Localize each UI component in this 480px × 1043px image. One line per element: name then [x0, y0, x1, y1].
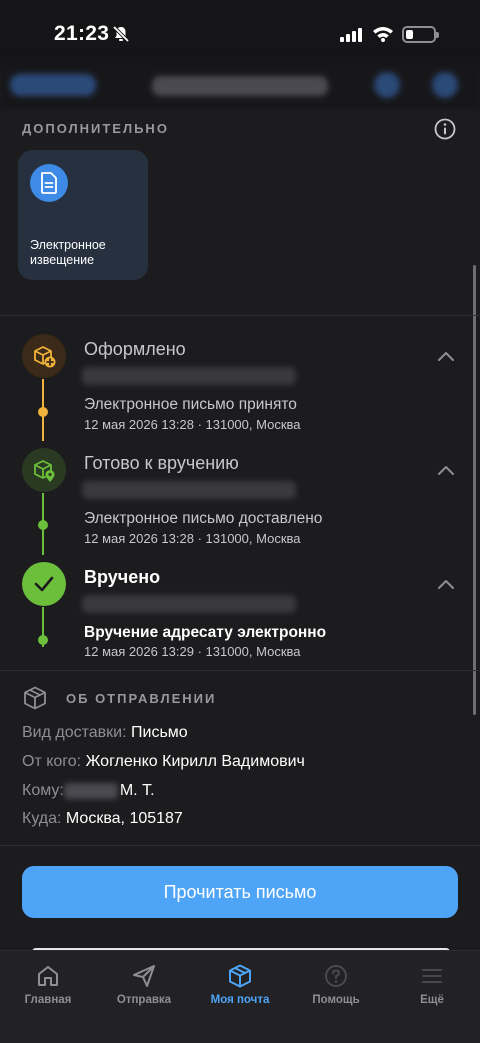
step-delivered-icon	[22, 562, 66, 606]
destination-value: Москва, 105187	[65, 810, 183, 827]
battery-icon	[402, 26, 439, 43]
nav-title	[152, 76, 328, 96]
redacted-tracking-info	[82, 595, 296, 613]
timeline-dot	[38, 635, 48, 645]
event-text: Электронное письмо доставлено	[84, 510, 323, 527]
info-icon[interactable]	[434, 118, 456, 140]
destination-label: Куда:	[22, 810, 62, 827]
e-notice-card[interactable]: Электронное извещение	[18, 150, 148, 280]
tab-label: Моя почта	[210, 994, 270, 1006]
divider	[0, 845, 480, 846]
e-notice-label: Электронное извещение	[30, 238, 106, 267]
bell-off-icon	[112, 25, 130, 43]
chevron-up-icon[interactable]	[436, 578, 456, 590]
step-title: Вручено	[84, 567, 161, 587]
step-title: Готово к вручению	[84, 453, 239, 473]
box-icon	[192, 961, 288, 991]
divider	[0, 315, 480, 316]
tab-send[interactable]: Отправка	[96, 961, 192, 1006]
home-icon	[0, 961, 96, 991]
step-ready-icon	[22, 448, 66, 492]
event-meta: 12 мая 2026 13:28 · 131000, Москва	[84, 417, 301, 432]
nav-search-button[interactable]	[432, 72, 458, 98]
content[interactable]: ДОПОЛНИТЕЛЬНО Электронное извещение Офор…	[0, 110, 480, 952]
tab-label: Отправка	[116, 994, 172, 1006]
recipient-row: Кому: М. Т.	[22, 782, 155, 800]
redacted-tracking-info	[82, 481, 296, 499]
extra-section-title: ДОПОЛНИТЕЛЬНО	[22, 121, 169, 136]
document-icon	[30, 164, 68, 202]
step-created-icon	[22, 334, 66, 378]
sender-row: От кого: Жогленко Кирилл Вадимович	[22, 753, 305, 771]
sender-label: От кого:	[22, 753, 82, 770]
event-meta: 12 мая 2026 13:29 · 131000, Москва	[84, 644, 301, 659]
recipient-value: М. Т.	[119, 782, 155, 799]
help-icon	[288, 961, 384, 991]
nav-bar	[0, 60, 480, 110]
chevron-up-icon[interactable]	[436, 464, 456, 476]
event-text: Электронное письмо принято	[84, 396, 297, 413]
scrollbar[interactable]	[473, 265, 476, 715]
send-icon	[96, 961, 192, 991]
sender-value: Жогленко Кирилл Вадимович	[85, 753, 305, 770]
divider	[0, 670, 480, 671]
step-title: Оформлено	[84, 339, 186, 359]
back-button[interactable]	[10, 74, 96, 96]
chevron-up-icon[interactable]	[436, 350, 456, 362]
destination-row: Куда: Москва, 105187	[22, 810, 183, 828]
delivery-type-value: Письмо	[131, 724, 188, 741]
delivery-type-row: Вид доставки: Письмо	[22, 724, 188, 742]
nav-action-button[interactable]	[374, 72, 400, 98]
tab-label: Ещё	[420, 994, 444, 1006]
tab-help[interactable]: Помощь	[288, 961, 384, 1006]
tab-label: Главная	[24, 994, 72, 1006]
tab-label: Помощь	[312, 994, 360, 1006]
parcel-icon	[24, 686, 46, 710]
tab-more[interactable]: Ещё	[384, 961, 480, 1006]
wifi-icon	[373, 27, 393, 42]
event-meta: 12 мая 2026 13:28 · 131000, Москва	[84, 531, 301, 546]
timeline-dot	[38, 520, 48, 530]
tab-my-mail[interactable]: Моя почта	[192, 961, 288, 1006]
about-section-title: ОБ ОТПРАВЛЕНИИ	[66, 691, 217, 706]
tab-bar: Главная Отправка Моя почта Помощь Ещё	[0, 950, 480, 1043]
read-letter-button[interactable]: Прочитать письмо	[22, 866, 458, 918]
redacted-tracking-info	[82, 367, 296, 385]
recipient-label: Кому:	[22, 782, 64, 799]
tab-home[interactable]: Главная	[0, 961, 96, 1006]
event-text: Вручение адресату электронно	[84, 624, 327, 641]
redacted-recipient-name	[63, 782, 118, 799]
status-time: 21:23	[54, 22, 110, 45]
menu-icon	[384, 961, 480, 991]
delivery-type-label: Вид доставки:	[22, 724, 127, 741]
timeline-dot	[38, 407, 48, 417]
signal-icon	[340, 28, 362, 42]
